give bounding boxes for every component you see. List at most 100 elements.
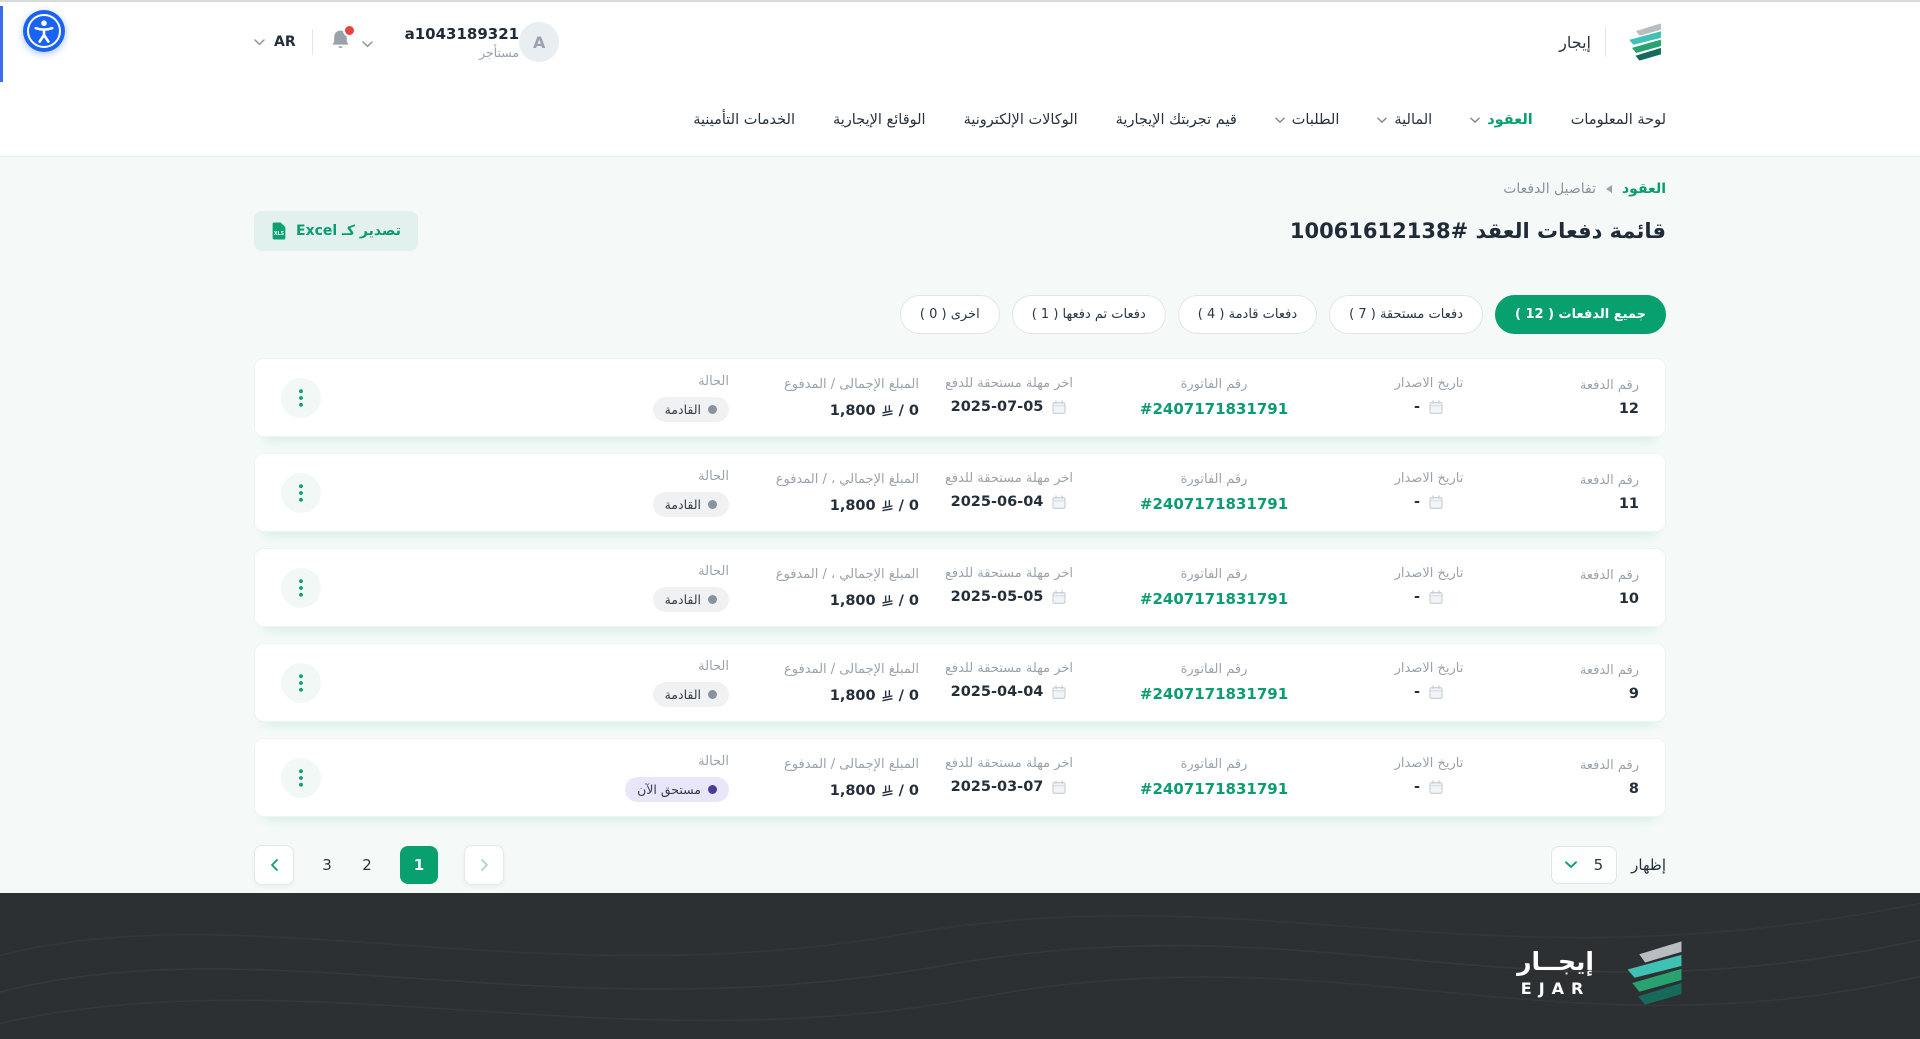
- amount-value: 1,800 / 0: [830, 498, 919, 514]
- issue-date-value: -: [1414, 779, 1420, 795]
- nav-item[interactable]: العقود: [1470, 112, 1533, 128]
- divider: [312, 29, 313, 55]
- filter-tab-label: دفعات مستحقة ( 7 ): [1349, 307, 1463, 322]
- payment-row: رقم الدفعة 9 تاريخ الاصدار - رقم الفاتور…: [254, 643, 1666, 722]
- pagination-row: إظهار 5 1 2 3: [254, 845, 1666, 893]
- calendar-icon: [1051, 589, 1067, 605]
- issue-date-header: تاريخ الاصدار: [1329, 661, 1529, 676]
- user-id: a1043189321: [405, 25, 520, 43]
- amount-separator: /: [899, 593, 904, 609]
- user-menu[interactable]: a1043189321 مستأجر: [405, 25, 520, 60]
- status-badge: القادمة: [653, 682, 729, 707]
- notifications-button[interactable]: [329, 28, 352, 56]
- status-label: القادمة: [665, 592, 701, 607]
- calendar-icon: [1051, 779, 1067, 795]
- payment-number-header: رقم الدفعة: [1529, 758, 1639, 773]
- kebab-icon: [299, 389, 303, 407]
- chevron-down-icon[interactable]: [362, 33, 373, 52]
- page-title: قائمة دفعات العقد #10061612138: [1290, 219, 1666, 243]
- row-actions-button[interactable]: [281, 758, 321, 798]
- status-label: القادمة: [665, 402, 701, 417]
- row-actions-button[interactable]: [281, 473, 321, 513]
- kebab-icon: [299, 484, 303, 502]
- nav-item[interactable]: لوحة المعلومات: [1571, 112, 1666, 128]
- chevron-down-icon: [254, 39, 265, 46]
- invoice-number-link[interactable]: #2407171831791: [1099, 400, 1329, 418]
- calendar-icon: [1428, 684, 1444, 700]
- page-list: 1 2 3: [320, 846, 438, 884]
- amount-total: 1,800: [830, 688, 876, 704]
- accessibility-button[interactable]: [22, 9, 66, 53]
- invoice-number-link[interactable]: #2407171831791: [1099, 685, 1329, 703]
- breadcrumb-current: تفاصيل الدفعات: [1503, 181, 1596, 197]
- svg-text:XLS: XLS: [274, 231, 285, 237]
- next-page-button[interactable]: [254, 845, 294, 885]
- due-date-value: 2025-07-05: [951, 399, 1044, 415]
- chevron-down-icon: [1565, 861, 1577, 869]
- nav-item[interactable]: الطلبات: [1275, 112, 1340, 128]
- filter-tab[interactable]: جميع الدفعات ( 12 ): [1495, 295, 1666, 334]
- nav-item-label: المالية: [1394, 112, 1432, 128]
- filter-tab[interactable]: دفعات قادمة ( 4 ): [1178, 295, 1317, 334]
- issue-date-header: تاريخ الاصدار: [1329, 471, 1529, 486]
- status-label: مستحق الآن: [637, 782, 701, 797]
- due-date-header: اخر مهلة مستحقة للدفع: [919, 661, 1099, 676]
- nav-item[interactable]: قيم تجربتك الإيجارية: [1116, 112, 1237, 128]
- issue-date-header: تاريخ الاصدار: [1329, 566, 1529, 581]
- invoice-number-link[interactable]: #2407171831791: [1099, 780, 1329, 798]
- breadcrumb-contracts-link[interactable]: العقود: [1622, 181, 1666, 197]
- invoice-number-link[interactable]: #2407171831791: [1099, 495, 1329, 513]
- payments-list: رقم الدفعة 12 تاريخ الاصدار - رقم الفاتو…: [254, 358, 1666, 817]
- status-badge: القادمة: [653, 587, 729, 612]
- status-header: الحالة: [559, 564, 729, 579]
- invoice-number-link[interactable]: #2407171831791: [1099, 590, 1329, 608]
- per-page-value: 5: [1594, 856, 1604, 874]
- filter-tab[interactable]: اخرى ( 0 ): [900, 295, 1000, 334]
- page-number-label: 1: [414, 856, 424, 874]
- page-number[interactable]: 2: [360, 856, 374, 874]
- per-page-control: إظهار 5: [1551, 846, 1666, 884]
- ejar-logo-icon: [1620, 22, 1666, 62]
- amount-header: المبلغ الإجمالى / المدفوع: [729, 662, 919, 677]
- chevron-down-icon: [1377, 117, 1387, 124]
- nav-item-label: الخدمات التأمينية: [693, 112, 795, 128]
- payment-row: رقم الدفعة 12 تاريخ الاصدار - رقم الفاتو…: [254, 358, 1666, 437]
- due-date-header: اخر مهلة مستحقة للدفع: [919, 471, 1099, 486]
- due-date-value: 2025-05-05: [951, 589, 1044, 605]
- payment-number-value: 9: [1529, 686, 1639, 702]
- language-selector[interactable]: AR: [254, 34, 296, 50]
- nav-item[interactable]: المالية: [1377, 112, 1432, 128]
- per-page-select[interactable]: 5: [1551, 846, 1617, 884]
- breadcrumb: العقود تفاصيل الدفعات: [254, 157, 1666, 197]
- page-number[interactable]: 3: [320, 856, 334, 874]
- page-number[interactable]: 1: [400, 846, 438, 884]
- site-footer: إيجــار EJAR: [0, 893, 1920, 1039]
- nav-item-label: الوكالات الإلكترونية: [964, 112, 1078, 128]
- brand-link[interactable]: إيجار: [1559, 22, 1666, 62]
- nav-item[interactable]: الوكالات الإلكترونية: [964, 112, 1078, 128]
- export-excel-button[interactable]: تصدير كـ Excel XLS: [254, 211, 418, 251]
- amount-paid: 0: [909, 688, 919, 704]
- nav-item[interactable]: الوقائع الإيجارية: [833, 112, 926, 128]
- invoice-number-header: رقم الفاتورة: [1099, 757, 1329, 772]
- amount-separator: /: [899, 498, 904, 514]
- calendar-icon: [1428, 494, 1444, 510]
- xls-file-icon: XLS: [271, 222, 287, 240]
- previous-page-button[interactable]: [464, 845, 504, 885]
- filter-tabs: جميع الدفعات ( 12 ) دفعات مستحقة ( 7 ) د…: [254, 295, 1666, 334]
- row-actions-button[interactable]: [281, 663, 321, 703]
- sar-currency-icon: [881, 689, 894, 702]
- sar-currency-icon: [881, 499, 894, 512]
- title-row: قائمة دفعات العقد #10061612138 تصدير كـ …: [254, 211, 1666, 251]
- calendar-icon: [1428, 779, 1444, 795]
- amount-total: 1,800: [830, 403, 876, 419]
- amount-total: 1,800: [830, 783, 876, 799]
- row-actions-button[interactable]: [281, 378, 321, 418]
- filter-tab[interactable]: دفعات مستحقة ( 7 ): [1329, 295, 1483, 334]
- filter-tab[interactable]: دفعات تم دفعها ( 1 ): [1012, 295, 1166, 334]
- amount-paid: 0: [909, 403, 919, 419]
- row-actions-button[interactable]: [281, 568, 321, 608]
- nav-item[interactable]: الخدمات التأمينية: [693, 112, 795, 128]
- amount-total: 1,800: [830, 593, 876, 609]
- avatar[interactable]: A: [519, 22, 559, 62]
